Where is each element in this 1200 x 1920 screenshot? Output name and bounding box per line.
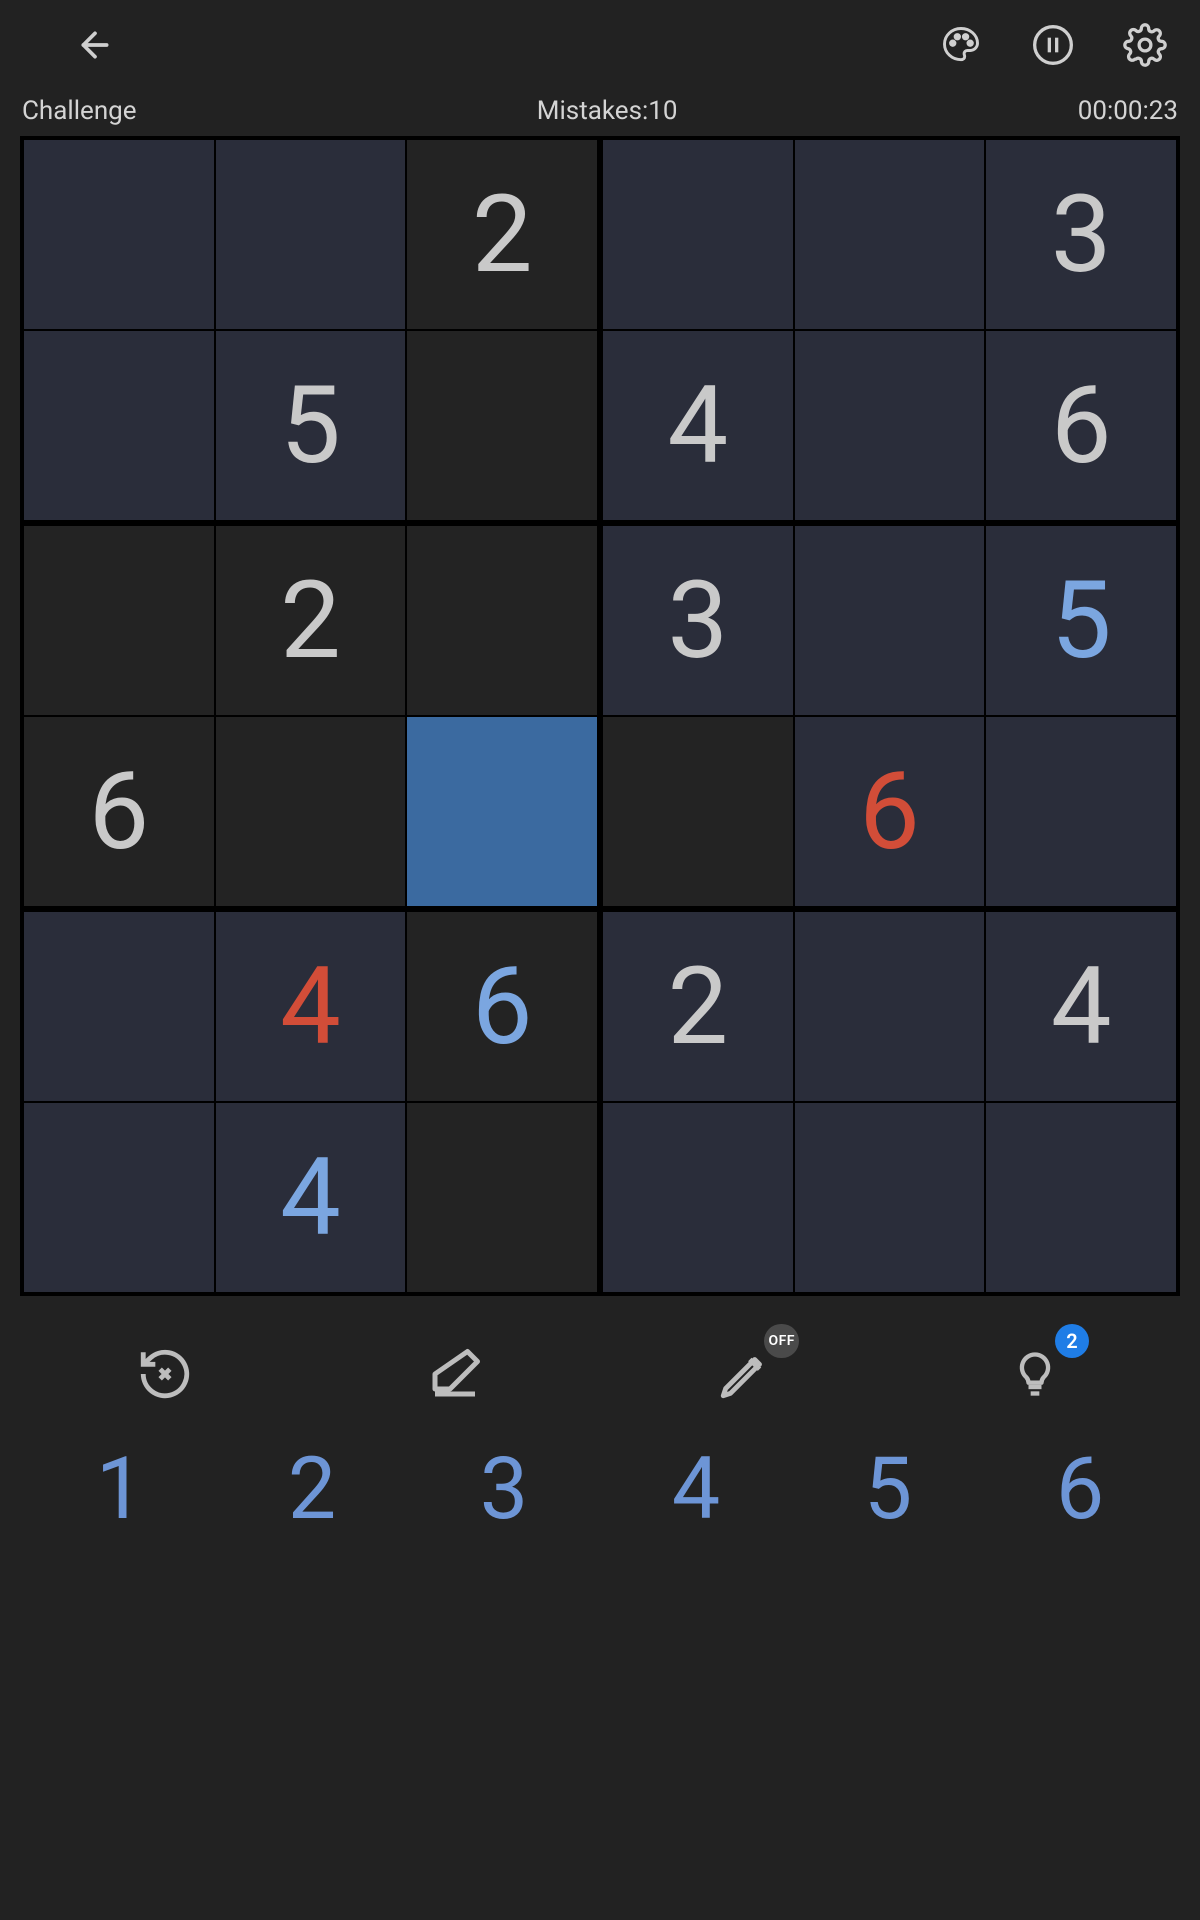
arrow-left-icon bbox=[75, 25, 115, 65]
sudoku-cell[interactable] bbox=[986, 717, 1176, 906]
sudoku-cell[interactable]: 2 bbox=[603, 912, 793, 1101]
sudoku-cell[interactable]: 5 bbox=[986, 526, 1176, 715]
sudoku-cell[interactable] bbox=[24, 140, 214, 329]
pause-button[interactable] bbox=[1018, 10, 1088, 80]
sudoku-cell[interactable] bbox=[795, 140, 985, 329]
sudoku-box: 3 4 6 bbox=[603, 140, 1176, 520]
sudoku-cell[interactable] bbox=[986, 1103, 1176, 1292]
timer-display: 00:00:23 bbox=[1078, 96, 1178, 126]
sudoku-cell[interactable] bbox=[795, 1103, 985, 1292]
difficulty-label: Challenge bbox=[22, 96, 137, 126]
sudoku-cell[interactable]: 6 bbox=[795, 717, 985, 906]
sudoku-cell[interactable] bbox=[603, 717, 793, 906]
sudoku-cell[interactable] bbox=[24, 331, 214, 520]
number-key-4[interactable]: 4 bbox=[600, 1438, 792, 1539]
tool-row: OFF 2 bbox=[0, 1334, 1200, 1414]
eraser-icon bbox=[425, 1344, 485, 1404]
number-key-2[interactable]: 2 bbox=[216, 1438, 408, 1539]
sudoku-cell[interactable] bbox=[795, 912, 985, 1101]
sudoku-cell[interactable] bbox=[603, 1103, 793, 1292]
sudoku-box: 24 bbox=[603, 912, 1176, 1292]
sudoku-box: 26 bbox=[24, 526, 597, 906]
sudoku-box: 25 bbox=[24, 140, 597, 520]
status-bar: Challenge Mistakes:10 00:00:23 bbox=[0, 90, 1200, 136]
erase-button[interactable] bbox=[395, 1334, 515, 1414]
number-key-3[interactable]: 3 bbox=[408, 1438, 600, 1539]
pencil-button[interactable]: OFF bbox=[685, 1334, 805, 1414]
number-key-6[interactable]: 6 bbox=[984, 1438, 1176, 1539]
sudoku-cell[interactable]: 4 bbox=[986, 912, 1176, 1101]
sudoku-cell[interactable]: 6 bbox=[24, 717, 214, 906]
sudoku-cell[interactable] bbox=[603, 140, 793, 329]
undo-button[interactable] bbox=[105, 1334, 225, 1414]
sudoku-cell[interactable]: 4 bbox=[216, 912, 406, 1101]
sudoku-cell[interactable]: 3 bbox=[986, 140, 1176, 329]
number-key-1[interactable]: 1 bbox=[24, 1438, 216, 1539]
bulb-icon bbox=[1009, 1348, 1061, 1400]
sudoku-cell[interactable]: 5 bbox=[216, 331, 406, 520]
sudoku-cell[interactable] bbox=[24, 526, 214, 715]
sudoku-cell[interactable]: 4 bbox=[603, 331, 793, 520]
sudoku-box: 3 56 bbox=[603, 526, 1176, 906]
back-button[interactable] bbox=[60, 10, 130, 80]
sudoku-cell[interactable] bbox=[407, 1103, 597, 1292]
sudoku-cell[interactable] bbox=[407, 526, 597, 715]
pause-icon bbox=[1031, 23, 1075, 67]
sudoku-cell[interactable] bbox=[407, 331, 597, 520]
theme-button[interactable] bbox=[926, 10, 996, 80]
hint-count-badge: 2 bbox=[1055, 1324, 1089, 1358]
sudoku-cell[interactable] bbox=[216, 140, 406, 329]
undo-icon bbox=[136, 1345, 194, 1403]
sudoku-board: 253462635646424 bbox=[20, 136, 1180, 1296]
sudoku-cell[interactable] bbox=[24, 912, 214, 1101]
sudoku-cell[interactable] bbox=[24, 1103, 214, 1292]
sudoku-cell[interactable]: 3 bbox=[603, 526, 793, 715]
sudoku-cell[interactable]: 4 bbox=[216, 1103, 406, 1292]
palette-icon bbox=[939, 23, 983, 67]
hint-button[interactable]: 2 bbox=[975, 1334, 1095, 1414]
sudoku-cell[interactable] bbox=[216, 717, 406, 906]
sudoku-box: 464 bbox=[24, 912, 597, 1292]
sudoku-cell[interactable] bbox=[795, 331, 985, 520]
sudoku-cell[interactable]: 2 bbox=[407, 140, 597, 329]
pencil-state-badge: OFF bbox=[764, 1324, 799, 1358]
pencil-icon bbox=[716, 1345, 774, 1403]
app-bar bbox=[0, 0, 1200, 90]
number-pad: 123456 bbox=[0, 1438, 1200, 1539]
gear-icon bbox=[1123, 23, 1167, 67]
mistakes-counter: Mistakes:10 bbox=[537, 96, 678, 126]
sudoku-cell[interactable]: 6 bbox=[986, 331, 1176, 520]
sudoku-cell[interactable]: 6 bbox=[407, 912, 597, 1101]
sudoku-cell[interactable] bbox=[795, 526, 985, 715]
sudoku-cell[interactable] bbox=[407, 717, 597, 906]
number-key-5[interactable]: 5 bbox=[792, 1438, 984, 1539]
settings-button[interactable] bbox=[1110, 10, 1180, 80]
sudoku-cell[interactable]: 2 bbox=[216, 526, 406, 715]
